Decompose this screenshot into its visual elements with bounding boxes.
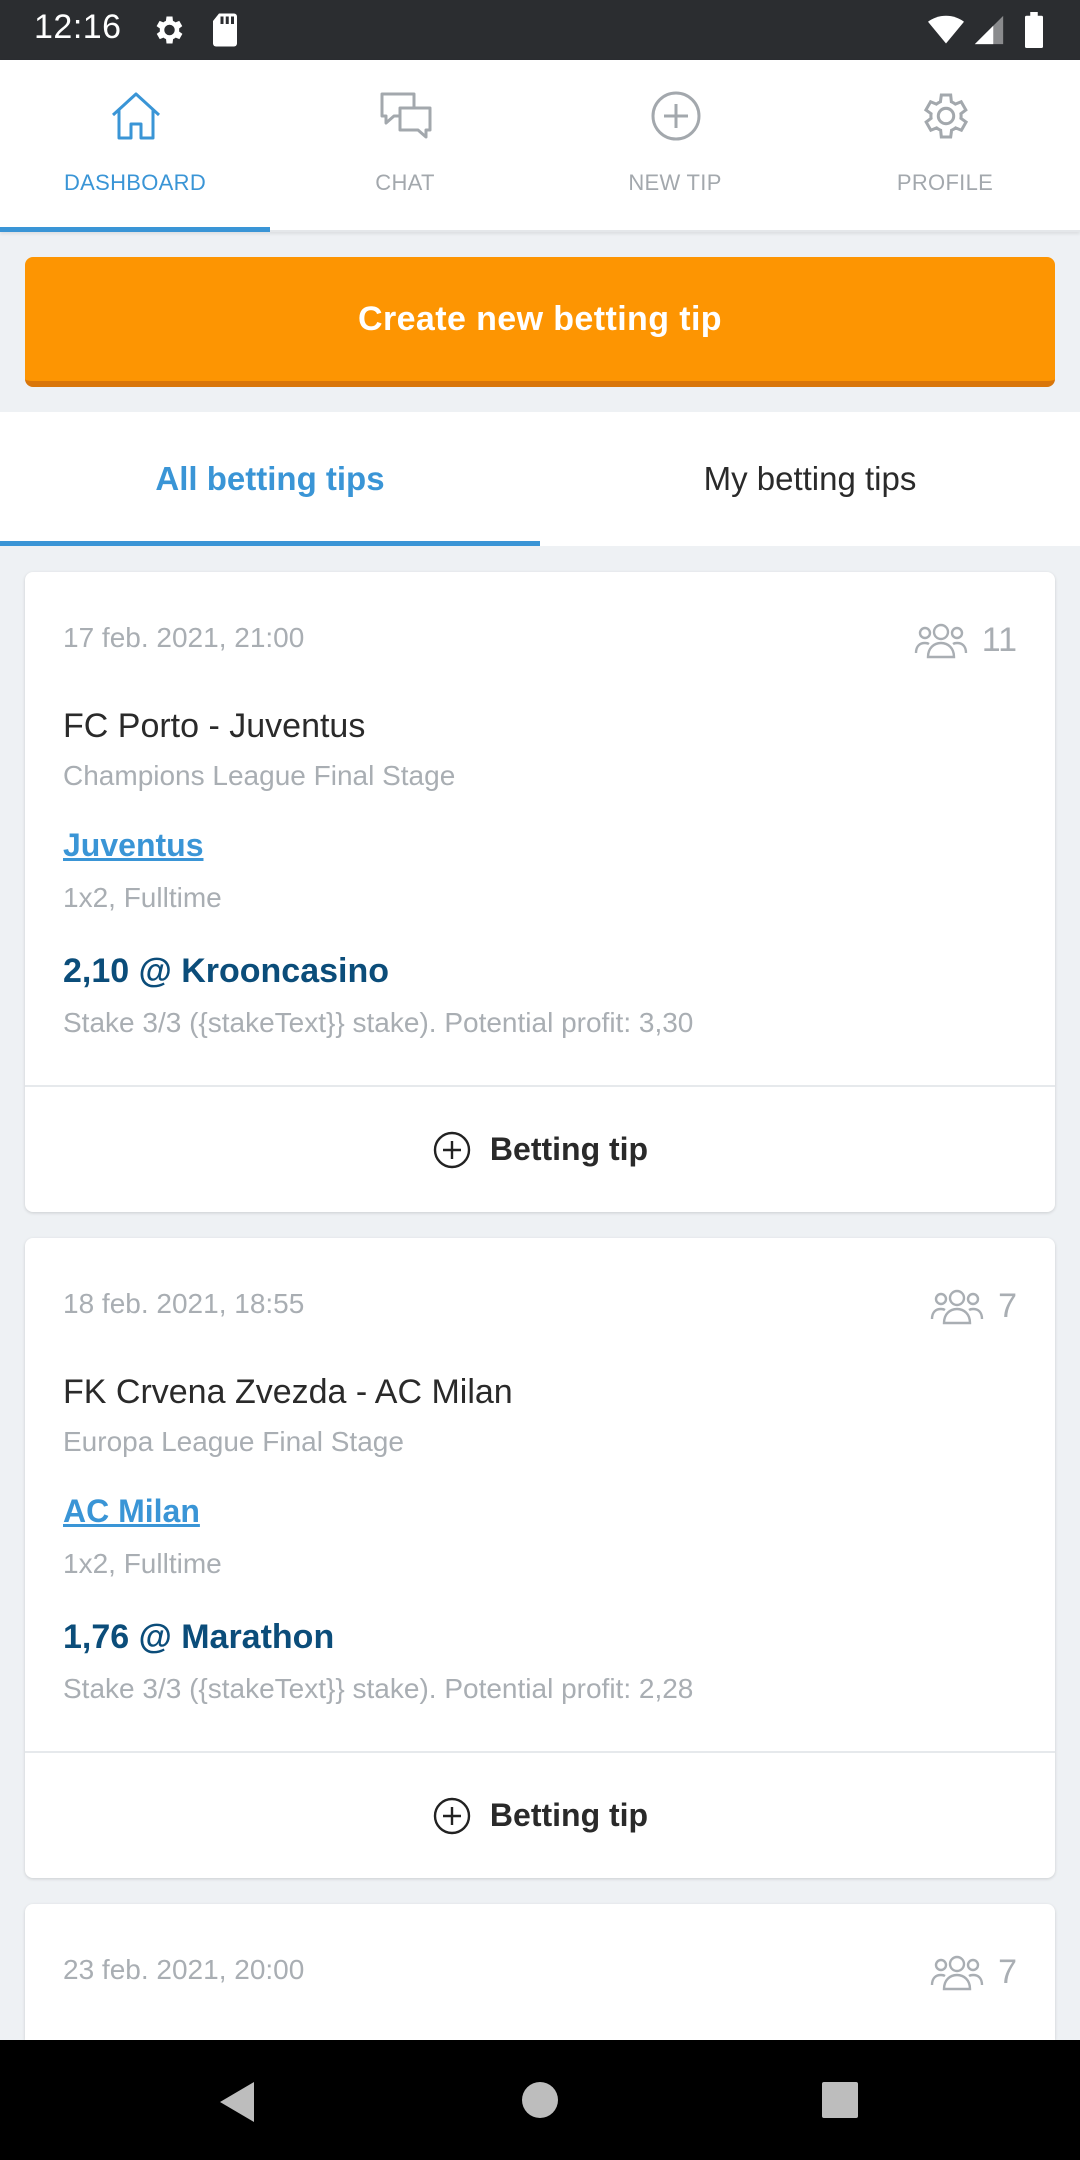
users-icon (930, 1289, 984, 1325)
gear-icon (923, 93, 969, 139)
nav-dashboard-label: DASHBOARD (63, 170, 207, 195)
status-time: 12:16 (34, 8, 122, 46)
home-icon (111, 92, 161, 140)
betting-tip-button[interactable]: Betting tip (25, 1753, 1055, 1878)
tip-date: 18 feb. 2021, 18:55 (63, 1288, 305, 1319)
followers-count: 7 (930, 1286, 1017, 1326)
tip-tabs: All betting tips My betting tips (0, 412, 1080, 546)
tab-all-betting-tips[interactable]: All betting tips (0, 412, 540, 546)
tip-market: 1x2, Fulltime (63, 882, 222, 913)
home-button-icon[interactable] (522, 2082, 558, 2118)
top-navigation: DASHBOARD CHAT NEW TIP PROFILE (0, 60, 1080, 232)
league-name: Europa League Final Stage (63, 1426, 404, 1457)
tab-all-label: All betting tips (155, 460, 385, 497)
nav-new-tip-label: NEW TIP (628, 170, 722, 195)
settings-status-icon (156, 16, 183, 44)
sd-card-icon (213, 13, 237, 47)
tip-card[interactable]: 23 feb. 2021, 20:00 7 (25, 1904, 1055, 2040)
match-title: FC Porto - Juventus (63, 707, 366, 745)
wifi-icon (928, 15, 964, 44)
followers-count: 11 (914, 620, 1017, 660)
nav-profile[interactable]: PROFILE (810, 60, 1080, 230)
system-navigation-bar (0, 2040, 1080, 2160)
nav-chat[interactable]: CHAT (270, 60, 540, 230)
tab-active-indicator (0, 541, 540, 546)
followers-number: 7 (998, 1952, 1017, 1991)
nav-new-tip[interactable]: NEW TIP (540, 60, 810, 230)
nav-chat-label: CHAT (375, 170, 435, 195)
nav-profile-label: PROFILE (896, 170, 994, 195)
tip-date: 17 feb. 2021, 21:00 (63, 622, 305, 653)
tip-odds: 2,10 @ Krooncasino (63, 952, 390, 990)
betting-tip-button[interactable]: Betting tip (25, 1087, 1055, 1212)
users-icon (914, 623, 967, 659)
nav-dashboard[interactable]: DASHBOARD (0, 60, 270, 232)
tip-odds: 1,76 @ Marathon (63, 1618, 335, 1656)
league-name: Champions League Final Stage (63, 760, 456, 791)
nav-active-indicator (0, 227, 270, 232)
recent-apps-icon[interactable] (822, 2082, 858, 2118)
match-title: FK Crvena Zvezda - AC Milan (63, 1373, 513, 1411)
plus-circle-icon (433, 1131, 471, 1168)
tab-my-betting-tips[interactable]: My betting tips (540, 412, 1080, 546)
tab-my-label: My betting tips (703, 460, 917, 497)
followers-count: 7 (930, 1952, 1017, 1992)
tip-stake: Stake 3/3 ({stakeText}} stake). Potentia… (63, 1673, 694, 1704)
followers-number: 7 (998, 1286, 1017, 1325)
create-betting-tip-button[interactable]: Create new betting tip (25, 257, 1055, 387)
plus-circle-icon (651, 91, 701, 141)
tip-card[interactable]: 18 feb. 2021, 18:55 7 FK Crvena Zvezda -… (25, 1238, 1055, 1878)
tip-card[interactable]: 17 feb. 2021, 21:00 11 FC Porto - Juvent… (25, 572, 1055, 1212)
users-icon (930, 1955, 984, 1991)
tip-date: 23 feb. 2021, 20:00 (63, 1954, 305, 1985)
status-bar: 12:16 (0, 0, 1080, 60)
tip-pick-link[interactable]: AC Milan (63, 1493, 200, 1530)
tip-pick-link[interactable]: Juventus (63, 827, 203, 864)
betting-tip-button-label: Betting tip (489, 1131, 649, 1167)
plus-circle-icon (433, 1797, 471, 1834)
battery-icon (1025, 12, 1043, 48)
chat-icon (380, 92, 432, 139)
back-icon[interactable] (218, 2080, 258, 2124)
betting-tip-button-label: Betting tip (489, 1797, 649, 1833)
tip-market: 1x2, Fulltime (63, 1548, 222, 1579)
followers-number: 11 (981, 620, 1017, 659)
tip-stake: Stake 3/3 ({stakeText}} stake). Potentia… (63, 1007, 694, 1038)
signal-icon (974, 15, 1004, 45)
